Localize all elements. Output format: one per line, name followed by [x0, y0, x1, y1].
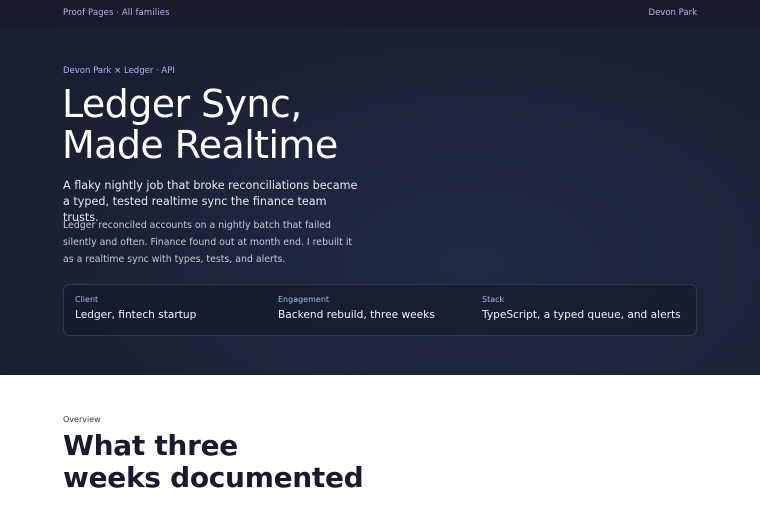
page-title: Ledger Sync, Made Realtime — [62, 84, 338, 166]
hero-section: Proof Pages · All families Devon Park De… — [0, 0, 760, 375]
meta-stack-label: Stack — [482, 295, 505, 304]
meta-engagement: Engagement Backend rebuild, three weeks — [278, 295, 435, 321]
hero-body-copy: Ledger reconciled accounts on a nightly … — [63, 220, 353, 265]
overview-heading-line-2: weeks documented — [63, 461, 364, 494]
project-meta-card: Client Ledger, fintech startup Engagemen… — [63, 284, 697, 336]
top-navigation-bar: Proof Pages · All families Devon Park — [0, 0, 760, 28]
meta-stack: Stack TypeScript, a typed queue, and ale… — [482, 295, 681, 321]
meta-engagement-label: Engagement — [278, 295, 330, 304]
meta-client: Client Ledger, fintech startup — [75, 295, 196, 321]
meta-stack-value: TypeScript, a typed queue, and alerts — [482, 309, 681, 321]
breadcrumb-nav-link[interactable]: Proof Pages · All families — [63, 8, 170, 18]
author-home-link[interactable]: Devon Park — [649, 8, 697, 18]
meta-client-label: Client — [75, 295, 99, 304]
page-title-line-1: Ledger Sync, — [62, 82, 302, 126]
hero-eyebrow: Devon Park × Ledger · API — [63, 66, 175, 76]
overview-kicker: Overview — [63, 415, 101, 424]
overview-section: Overview What three weeks documented — [0, 375, 760, 506]
meta-client-value: Ledger, fintech startup — [75, 309, 197, 321]
overview-heading-line-1: What three — [63, 429, 238, 462]
overview-heading: What three weeks documented — [63, 429, 364, 494]
page-title-line-2: Made Realtime — [62, 123, 338, 167]
meta-engagement-value: Backend rebuild, three weeks — [278, 309, 435, 321]
